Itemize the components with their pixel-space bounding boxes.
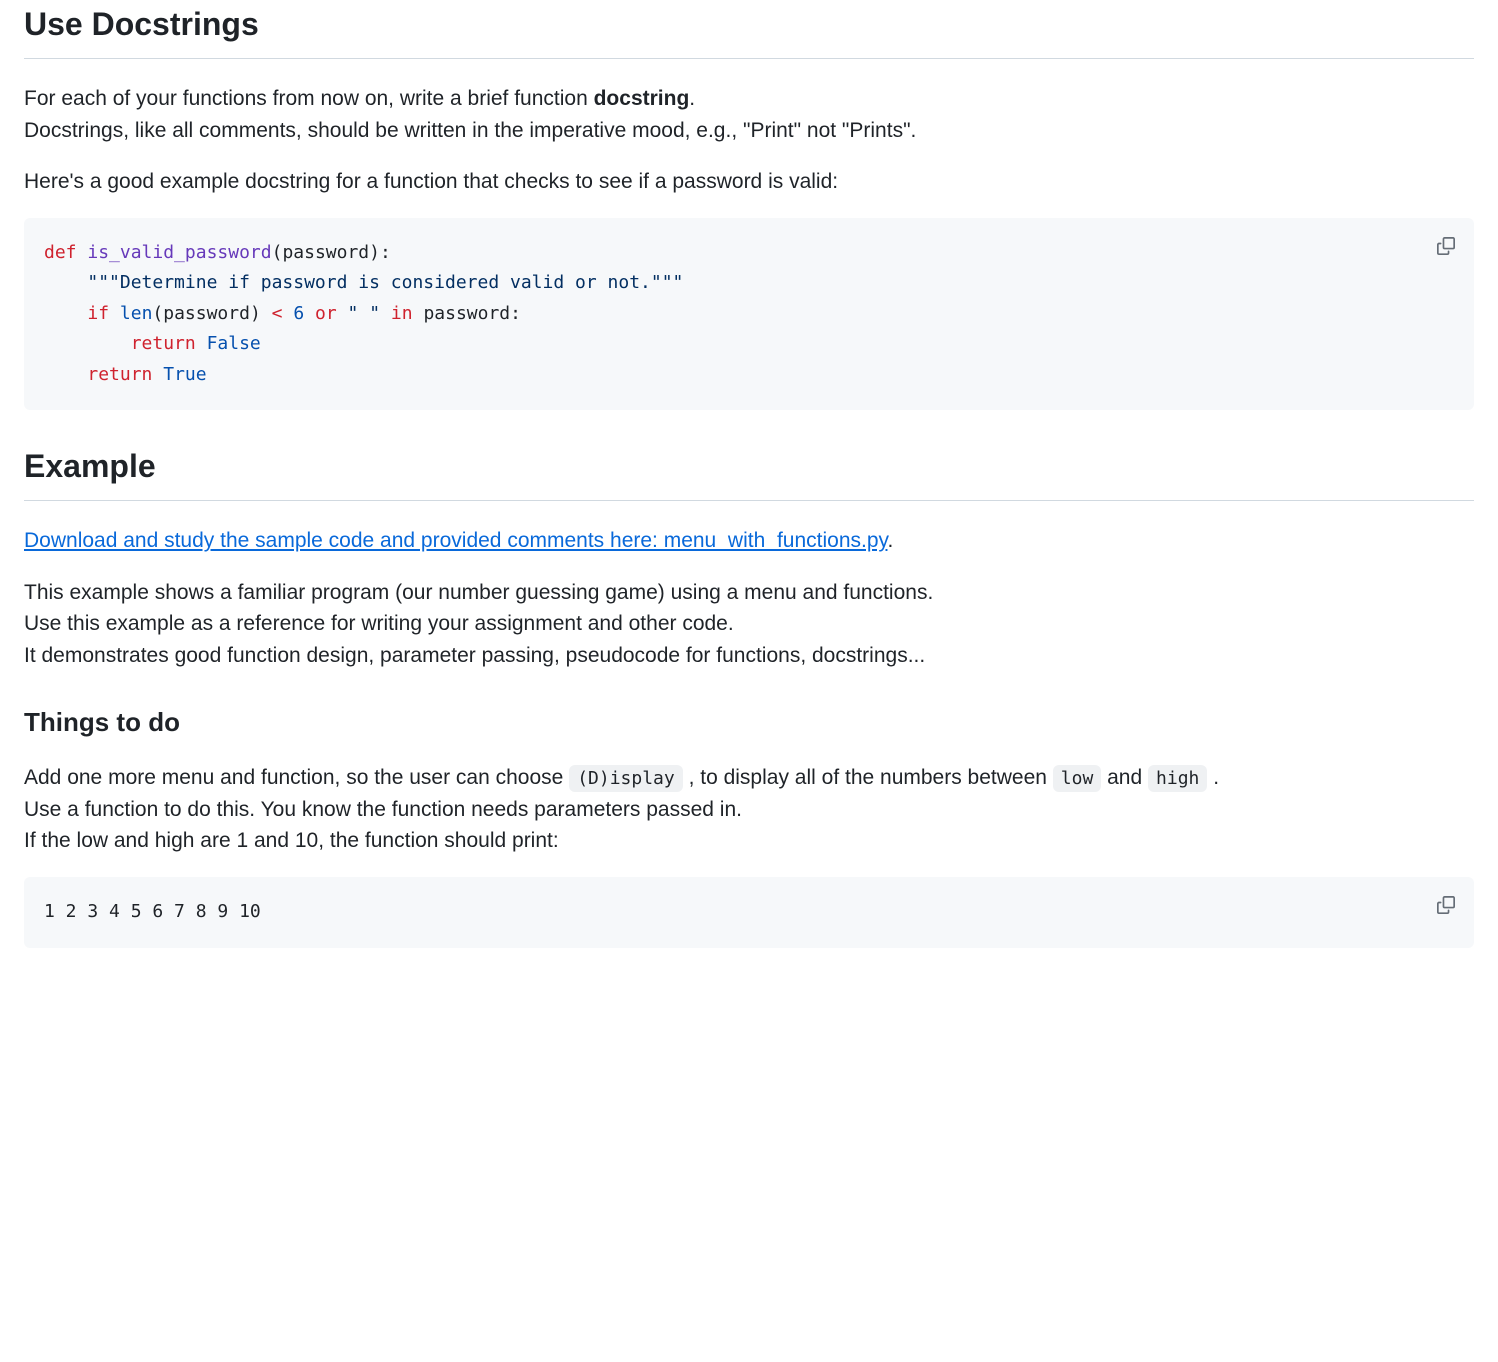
paragraph: Use a function to do this. You know the … — [24, 794, 1474, 826]
text: . — [887, 529, 893, 552]
copy-icon — [1437, 896, 1455, 914]
paragraph: It demonstrates good function design, pa… — [24, 640, 1474, 672]
inline-code-display: (D)isplay — [569, 765, 683, 792]
punct: ) — [250, 303, 272, 324]
code-block-output: 1 2 3 4 5 6 7 8 9 10 — [24, 877, 1474, 948]
paragraph: Use this example as a reference for writ… — [24, 608, 1474, 640]
docstring: """Determine if password is considered v… — [87, 272, 683, 293]
punct: ( — [152, 303, 163, 324]
var: password — [163, 303, 250, 324]
punct: ): — [369, 242, 391, 263]
constant: True — [163, 364, 206, 385]
text: and — [1101, 766, 1148, 789]
copy-button[interactable] — [1430, 889, 1462, 921]
text: . — [689, 87, 695, 110]
string: " " — [348, 303, 381, 324]
keyword: def — [44, 242, 77, 263]
keyword: if — [87, 303, 109, 324]
heading-use-docstrings: Use Docstrings — [24, 0, 1474, 59]
function-name: is_valid_password — [87, 242, 271, 263]
paragraph: Here's a good example docstring for a fu… — [24, 166, 1474, 198]
punct: : — [510, 303, 521, 324]
builtin: len — [120, 303, 153, 324]
code-block-password: def is_valid_password(password): """Dete… — [24, 218, 1474, 411]
keyword: return — [131, 333, 196, 354]
operator: < — [272, 303, 283, 324]
heading-example: Example — [24, 442, 1474, 501]
keyword: return — [87, 364, 152, 385]
download-link[interactable]: Download and study the sample code and p… — [24, 529, 887, 552]
copy-button[interactable] — [1430, 230, 1462, 262]
inline-code-high: high — [1148, 765, 1207, 792]
paragraph: Add one more menu and function, so the u… — [24, 762, 1474, 794]
bold-text: docstring — [594, 87, 690, 110]
text: For each of your functions from now on, … — [24, 87, 594, 110]
number: 6 — [293, 303, 304, 324]
var: password — [423, 303, 510, 324]
code-content: def is_valid_password(password): """Dete… — [44, 238, 1454, 391]
punct: ( — [272, 242, 283, 263]
paragraph: Docstrings, like all comments, should be… — [24, 115, 1474, 147]
paragraph: This example shows a familiar program (o… — [24, 577, 1474, 609]
output-text: 1 2 3 4 5 6 7 8 9 10 — [44, 901, 261, 922]
param: password — [282, 242, 369, 263]
inline-code-low: low — [1053, 765, 1102, 792]
heading-things-to-do: Things to do — [24, 703, 1474, 742]
text: Add one more menu and function, so the u… — [24, 766, 569, 789]
copy-icon — [1437, 237, 1455, 255]
paragraph: For each of your functions from now on, … — [24, 83, 1474, 115]
paragraph: If the low and high are 1 and 10, the fu… — [24, 825, 1474, 857]
keyword: in — [391, 303, 413, 324]
constant: False — [207, 333, 261, 354]
text: , to display all of the numbers between — [683, 766, 1053, 789]
code-content: 1 2 3 4 5 6 7 8 9 10 — [44, 897, 1454, 928]
text: . — [1207, 766, 1219, 789]
keyword: or — [315, 303, 337, 324]
paragraph: Download and study the sample code and p… — [24, 525, 1474, 557]
